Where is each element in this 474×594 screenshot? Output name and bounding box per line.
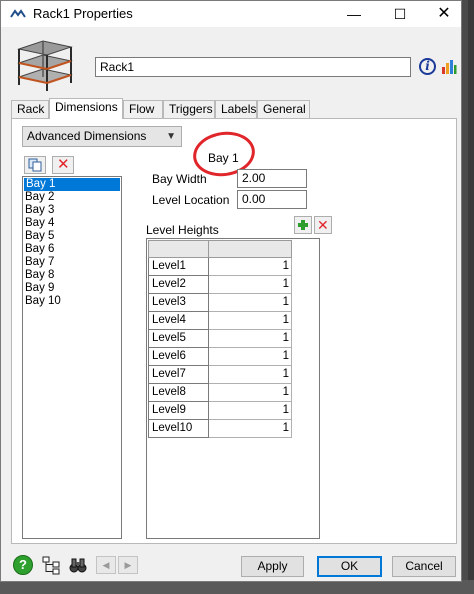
- level-label-cell: Level6: [148, 348, 209, 366]
- level-height-cell[interactable]: 1: [209, 402, 292, 420]
- level-label-cell: Level8: [148, 384, 209, 402]
- level-label-cell: Level1: [148, 258, 209, 276]
- prev-arrow-icon[interactable]: ◀: [96, 556, 116, 574]
- table-row[interactable]: Level7 1: [148, 366, 293, 384]
- bay-list[interactable]: Bay 1 Bay 2 Bay 3 Bay 4 Bay 5 Bay 6 Bay …: [22, 176, 122, 539]
- remove-level-button[interactable]: ✕: [314, 216, 332, 234]
- level-label-cell: Level3: [148, 294, 209, 312]
- properties-window: Rack1 Properties — ☐ ✕ Rack1 i Rack Dime…: [0, 0, 462, 582]
- tree-icon[interactable]: [41, 555, 61, 575]
- table-row[interactable]: Level8 1: [148, 384, 293, 402]
- tab-general[interactable]: General: [257, 100, 310, 118]
- header-corner-cell: [148, 240, 209, 258]
- tab-label: Dimensions: [55, 100, 118, 114]
- tab-rack[interactable]: Rack: [11, 100, 49, 118]
- level-height-cell[interactable]: 1: [209, 384, 292, 402]
- level-label-cell: Level4: [148, 312, 209, 330]
- list-item[interactable]: Bay 10: [23, 295, 121, 308]
- list-item[interactable]: Bay 3: [23, 204, 121, 217]
- copy-icon: [28, 158, 42, 172]
- background-strip: [460, 0, 474, 594]
- tab-triggers[interactable]: Triggers: [163, 100, 215, 118]
- bay-width-input[interactable]: 2.00: [237, 169, 307, 188]
- level-heights-table[interactable]: Level1 1 Level2 1 Level3 1 Level4 1 Level5 1 Level…: [146, 238, 320, 539]
- add-level-button[interactable]: [294, 216, 312, 234]
- delete-icon: ✕: [57, 156, 70, 173]
- background-bottom: [0, 580, 474, 594]
- chart-icon[interactable]: [441, 57, 457, 75]
- level-heights-label: Level Heights: [146, 223, 219, 237]
- list-item[interactable]: Bay 7: [23, 256, 121, 269]
- ok-button[interactable]: OK: [317, 556, 382, 577]
- level-height-cell[interactable]: 1: [209, 258, 292, 276]
- tab-label: Rack: [17, 102, 45, 116]
- tab-label: Triggers: [169, 102, 213, 116]
- list-item[interactable]: Bay 5: [23, 230, 121, 243]
- level-height-cell[interactable]: 1: [209, 330, 292, 348]
- table-row[interactable]: Level3 1: [148, 294, 293, 312]
- object-name-input[interactable]: Rack1: [95, 57, 411, 77]
- list-item[interactable]: Bay 6: [23, 243, 121, 256]
- list-item[interactable]: Bay 9: [23, 282, 121, 295]
- close-button[interactable]: ✕: [421, 1, 461, 27]
- tab-label: General: [263, 102, 306, 116]
- rack-model-icon: [17, 40, 73, 91]
- title-bar[interactable]: Rack1 Properties — ☐ ✕: [1, 1, 461, 27]
- tab-label: Labels: [221, 102, 257, 116]
- level-height-cell[interactable]: 1: [209, 366, 292, 384]
- table-row[interactable]: Level1 1: [148, 258, 293, 276]
- tab-label: Flow: [129, 102, 155, 116]
- help-button[interactable]: ?: [13, 555, 33, 575]
- cancel-button[interactable]: Cancel: [392, 556, 456, 577]
- level-label-cell: Level2: [148, 276, 209, 294]
- list-item[interactable]: Bay 8: [23, 269, 121, 282]
- level-height-cell[interactable]: 1: [209, 348, 292, 366]
- tab-dimensions[interactable]: Dimensions: [49, 98, 123, 119]
- level-label-cell: Level5: [148, 330, 209, 348]
- next-arrow-icon[interactable]: ▶: [118, 556, 138, 574]
- table-row[interactable]: Level5 1: [148, 330, 293, 348]
- minimize-button[interactable]: —: [331, 1, 377, 27]
- delete-bay-button[interactable]: ✕: [52, 156, 74, 174]
- table-row[interactable]: Level10 1: [148, 420, 293, 438]
- bay-width-label: Bay Width: [152, 172, 207, 186]
- chevron-down-icon: ▼: [166, 131, 176, 142]
- remove-icon: ✕: [317, 217, 329, 233]
- maximize-button[interactable]: ☐: [377, 1, 423, 27]
- add-icon: [298, 220, 308, 230]
- level-label-cell: Level9: [148, 402, 209, 420]
- header-value-cell: [208, 240, 292, 258]
- list-item[interactable]: Bay 2: [23, 191, 121, 204]
- list-item[interactable]: Bay 4: [23, 217, 121, 230]
- tab-labels[interactable]: Labels: [215, 100, 257, 118]
- app-icon: [10, 9, 26, 18]
- binoculars-icon[interactable]: [68, 555, 88, 575]
- apply-button[interactable]: Apply: [241, 556, 304, 577]
- info-icon[interactable]: i: [419, 58, 436, 75]
- background-stripe: [468, 0, 474, 594]
- copy-bay-button[interactable]: [24, 156, 46, 174]
- dimensions-mode-select[interactable]: Advanced Dimensions ▼: [22, 126, 182, 147]
- level-height-cell[interactable]: 1: [209, 294, 292, 312]
- level-location-label: Level Location: [152, 193, 230, 207]
- window-title: Rack1 Properties: [33, 6, 133, 21]
- level-height-cell[interactable]: 1: [209, 312, 292, 330]
- select-value: Advanced Dimensions: [27, 129, 147, 143]
- tab-flow[interactable]: Flow: [123, 100, 163, 118]
- level-location-input[interactable]: 0.00: [237, 190, 307, 209]
- level-label-cell: Level7: [148, 366, 209, 384]
- level-height-cell[interactable]: 1: [209, 420, 292, 438]
- table-row[interactable]: Level4 1: [148, 312, 293, 330]
- list-item[interactable]: Bay 1: [24, 178, 120, 191]
- level-height-cell[interactable]: 1: [209, 276, 292, 294]
- table-row[interactable]: Level2 1: [148, 276, 293, 294]
- level-label-cell: Level10: [148, 420, 209, 438]
- table-row[interactable]: Level6 1: [148, 348, 293, 366]
- table-row[interactable]: Level9 1: [148, 402, 293, 420]
